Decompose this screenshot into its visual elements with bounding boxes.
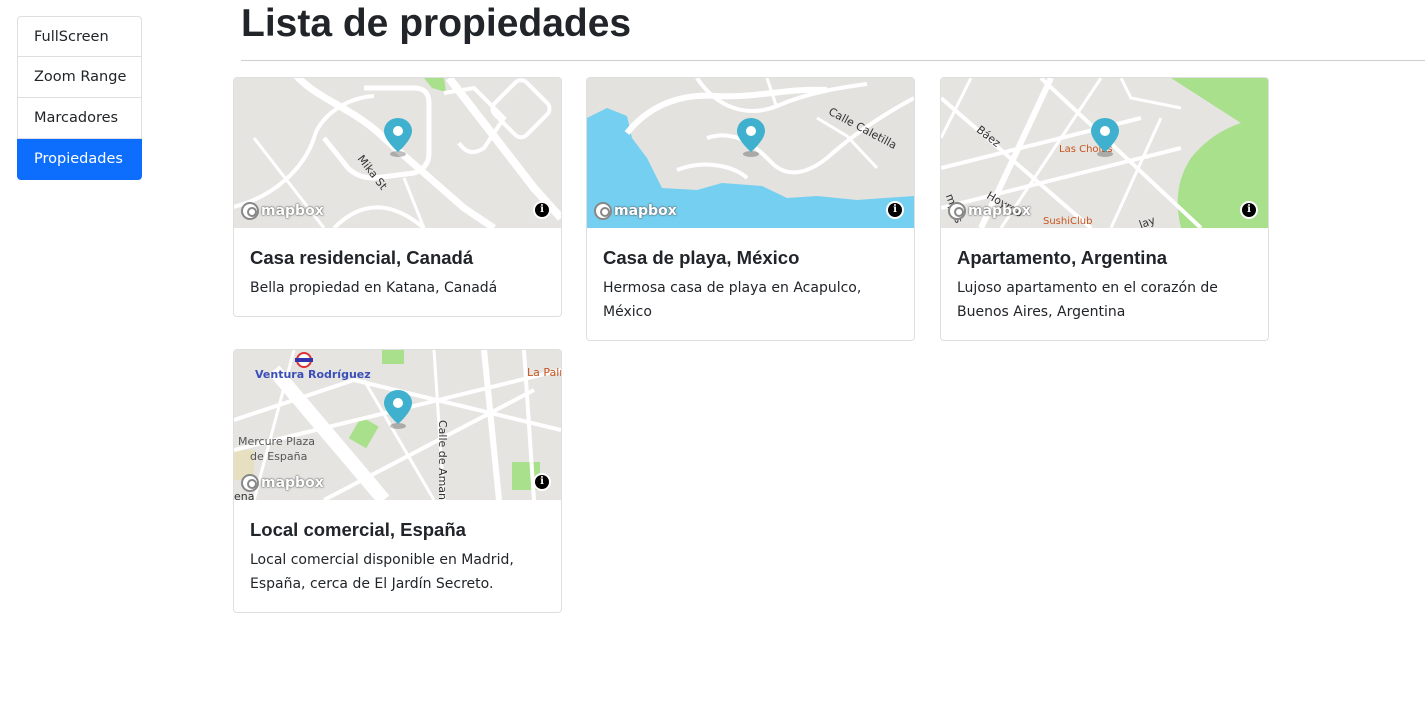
nav-item-fullscreen[interactable]: FullScreen — [17, 16, 142, 57]
attribution-info-icon[interactable]: i — [1240, 201, 1258, 219]
property-description: Local comercial disponible en Madrid, Es… — [250, 552, 514, 592]
title-divider — [241, 60, 1425, 61]
mapbox-logo[interactable]: mapbox — [241, 201, 324, 221]
nav-item-marcadores[interactable]: Marcadores — [17, 98, 142, 139]
location-marker-icon[interactable] — [384, 390, 412, 430]
sidebar-nav: FullScreen Zoom Range Marcadores Propied… — [17, 16, 142, 180]
card-body: Casa de playa, México Hermosa casa de pl… — [587, 228, 914, 338]
map-poi-label: Ventura Rodríguez — [255, 368, 371, 381]
info-glyph: i — [888, 203, 902, 217]
map-espana[interactable]: Ventura Rodríguez Mercure Plaza de Españ… — [234, 350, 561, 500]
card-body: Casa residencial, Canadá Bella propiedad… — [234, 228, 561, 314]
property-description: Lujoso apartamento en el corazón de Buen… — [957, 280, 1218, 320]
property-title: Apartamento, Argentina — [957, 247, 1168, 268]
property-card-argentina: Báez Las Cholas SushiClub Hoyrgo mpos la… — [940, 77, 1269, 341]
mapbox-logo[interactable]: mapbox — [594, 201, 677, 221]
map-mexico[interactable]: Calle Caletilla mapbox i — [587, 78, 914, 228]
nav-item-propiedades[interactable]: Propiedades — [17, 139, 142, 180]
mapbox-logo[interactable]: mapbox — [948, 201, 1031, 221]
page-title: Lista de propiedades — [241, 2, 632, 45]
info-glyph: i — [535, 475, 549, 489]
map-poi-label: La Palr — [527, 366, 561, 379]
property-description: Bella propiedad en Katana, Canadá — [250, 280, 498, 296]
property-card-canada: Mika St mapbox i Casa residencial, Canad… — [233, 77, 562, 317]
property-card-mexico: Calle Caletilla mapbox i Casa de playa, … — [586, 77, 915, 341]
map-street-label: Calle de Amaniel — [436, 420, 449, 500]
location-marker-icon[interactable] — [737, 118, 765, 158]
mapbox-logo-icon — [241, 202, 259, 220]
property-title: Local comercial, España — [250, 519, 466, 540]
map-poi-label: de España — [250, 450, 308, 463]
mapbox-logo-icon — [594, 202, 612, 220]
property-title: Casa residencial, Canadá — [250, 247, 474, 268]
info-glyph: i — [1242, 203, 1256, 217]
nav-item-zoom-range[interactable]: Zoom Range — [17, 57, 142, 98]
mapbox-logo-text: mapbox — [968, 203, 1031, 219]
location-marker-icon[interactable] — [1091, 118, 1119, 158]
main-content: Lista de propiedades — [241, 0, 1425, 61]
card-body: Apartamento, Argentina Lujoso apartament… — [941, 228, 1268, 338]
map-poi-label: SushiClub — [1043, 216, 1093, 227]
property-card-espana: Ventura Rodríguez Mercure Plaza de Españ… — [233, 349, 562, 613]
map-canada[interactable]: Mika St mapbox i — [234, 78, 561, 228]
card-body: Local comercial, España Local comercial … — [234, 500, 561, 610]
mapbox-logo-text: mapbox — [614, 203, 677, 219]
map-argentina[interactable]: Báez Las Cholas SushiClub Hoyrgo mpos la… — [941, 78, 1268, 228]
property-title: Casa de playa, México — [603, 247, 800, 268]
map-poi-label: Mercure Plaza — [238, 435, 316, 448]
mapbox-logo[interactable]: mapbox — [241, 473, 324, 493]
attribution-info-icon[interactable]: i — [886, 201, 904, 219]
location-marker-icon[interactable] — [384, 118, 412, 158]
info-glyph: i — [535, 203, 549, 217]
mapbox-logo-icon — [241, 474, 259, 492]
attribution-info-icon[interactable]: i — [533, 473, 551, 491]
attribution-info-icon[interactable]: i — [533, 201, 551, 219]
mapbox-logo-text: mapbox — [261, 203, 324, 219]
mapbox-logo-text: mapbox — [261, 475, 324, 491]
property-description: Hermosa casa de playa en Acapulco, Méxic… — [603, 280, 862, 320]
mapbox-logo-icon — [948, 202, 966, 220]
